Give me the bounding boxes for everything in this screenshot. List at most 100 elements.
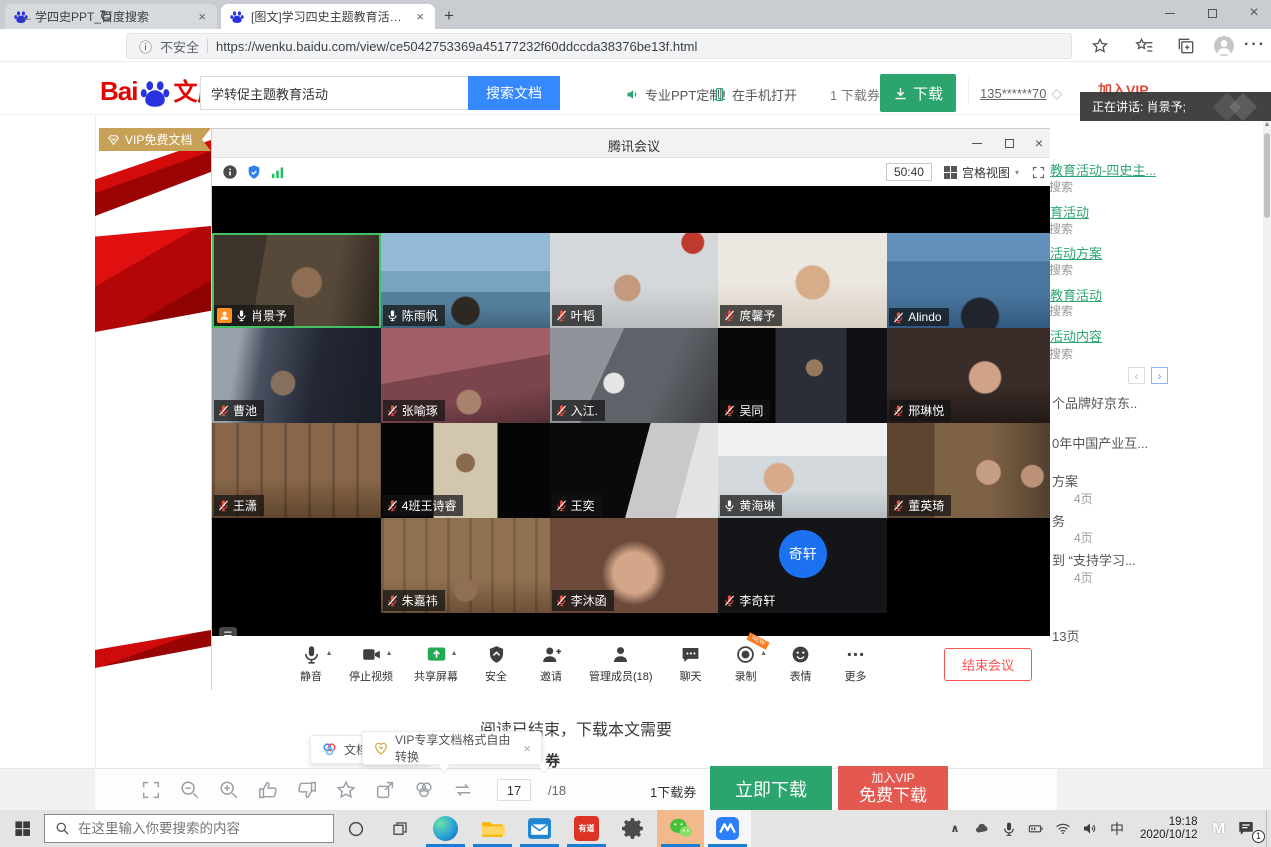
taskbar-app-explorer[interactable] (469, 810, 516, 847)
account-phone-link[interactable]: 135******70 ◇ (980, 85, 1062, 102)
scrollbar-thumb[interactable] (1264, 133, 1270, 218)
open-mobile-link[interactable]: 在手机打开 (712, 85, 797, 104)
wenku-search-input[interactable] (200, 76, 468, 110)
taskbar-app-settings[interactable] (610, 810, 657, 847)
chevron-up-icon[interactable]: ∧ (947, 821, 963, 837)
convert-icon[interactable] (413, 779, 435, 801)
meeting-minimize-button[interactable] (962, 129, 992, 157)
taskbar-clock[interactable]: 19:182020/10/12 (1136, 816, 1202, 842)
participant-tile-wangyi[interactable]: 王奕 (550, 423, 719, 518)
download-now-button[interactable]: 立即下载 (710, 766, 832, 811)
participant-tile-dongyingqi[interactable]: 董英琦 (887, 423, 1056, 518)
participant-tile-wangxiao[interactable]: 王潇 (212, 423, 381, 518)
profile-avatar[interactable] (1214, 36, 1234, 56)
swap-icon[interactable] (452, 779, 474, 801)
vip-convert-tooltip[interactable]: VIP专享文档格式自由转换 × (362, 731, 542, 765)
sidebar-link[interactable]: 活动方案 (1050, 243, 1102, 262)
microphone-tray-icon[interactable] (1001, 821, 1017, 837)
dislike-icon[interactable] (296, 779, 318, 801)
taskbar-search-input[interactable] (78, 821, 308, 836)
window-close-button[interactable]: × (1234, 0, 1271, 26)
sidebar-related-item[interactable]: 13页 (1052, 626, 1079, 645)
meeting-tool-cam[interactable]: ▲停止视频 (349, 644, 393, 684)
favorite-star-icon[interactable] (1090, 36, 1110, 56)
meeting-info-icon[interactable] (222, 164, 238, 180)
meeting-tool-share[interactable]: ▲共享屏幕 (414, 644, 458, 684)
sidebar-link[interactable]: 教育活动-四史主... (1050, 160, 1156, 179)
cortana-button[interactable] (334, 810, 378, 847)
participant-tile-zhangyuzhuo[interactable]: 张喻琢 (381, 328, 550, 423)
taskbar-app-edge[interactable] (422, 810, 469, 847)
back-button[interactable]: ← (12, 3, 40, 30)
header-download-button[interactable]: 下载 (880, 74, 956, 112)
join-vip-download-button[interactable]: 加入VIP 免费下载 (838, 766, 948, 811)
page-number-input[interactable]: 17 (497, 779, 531, 801)
participant-tile-alindo[interactable]: Alindo (887, 233, 1056, 328)
taskbar-app-wechat[interactable] (657, 810, 704, 847)
participant-tile-liqixuan[interactable]: 奇轩李奇轩 (718, 518, 887, 613)
tab-close-icon[interactable]: × (196, 9, 208, 24)
collections-icon[interactable] (1176, 36, 1196, 56)
window-restore-button[interactable] (1192, 0, 1232, 26)
view-mode-dropdown[interactable]: 宫格视图 ▾ (944, 164, 1019, 181)
participant-tile-rujiang[interactable]: 入江. (550, 328, 719, 423)
tab-close-icon[interactable]: × (414, 9, 426, 24)
forward-icon[interactable] (374, 779, 396, 801)
participant-tile-wutong[interactable]: 吴同 (718, 328, 887, 423)
layout-toggle-icon[interactable]: ☰ (219, 627, 237, 636)
favorites-bar-icon[interactable] (1134, 36, 1154, 56)
taskbar-app-tmeeting[interactable] (704, 810, 751, 847)
participant-tile-yetao[interactable]: 叶韬 (550, 233, 719, 328)
participant-tile-chenyufan[interactable]: 陈雨帆 (381, 233, 550, 328)
meeting-tool-emoji[interactable]: 表情 (784, 644, 818, 684)
onedrive-cloud-icon[interactable] (974, 821, 990, 837)
browser-menu-icon[interactable]: ··· (1244, 36, 1264, 56)
participant-tile-zhujiawei[interactable]: 朱嘉祎 (381, 518, 550, 613)
scrollbar-up-icon[interactable]: ▲ (1263, 121, 1271, 128)
sidebar-related-item[interactable]: 方案 (1052, 471, 1078, 490)
address-bar[interactable]: ⓘ 不安全 https://wenku.baidu.com/view/ce504… (126, 33, 1072, 59)
participant-tile-xiaojingyu[interactable]: 肖景予 (212, 233, 381, 328)
meeting-tool-member[interactable]: 管理成员(18) (589, 644, 653, 684)
network-signal-icon[interactable] (270, 165, 285, 179)
pagination-prev-button[interactable]: ‹ (1128, 367, 1145, 384)
ppt-custom-link[interactable]: 专业PPT定制! (625, 85, 726, 104)
zoomout-icon[interactable] (179, 779, 201, 801)
meeting-shield-icon[interactable] (246, 164, 262, 180)
meeting-tool-record[interactable]: NEW▲录制 (729, 644, 763, 684)
participant-tile-empty[interactable] (212, 518, 381, 613)
meeting-tool-invite[interactable]: 邀请 (534, 644, 568, 684)
participant-tile-huanghailin[interactable]: 黄海琳 (718, 423, 887, 518)
sidebar-link[interactable]: 育活动 (1050, 202, 1089, 221)
participant-tile-caochi[interactable]: 曹池 (212, 328, 381, 423)
zoomin-icon[interactable] (218, 779, 240, 801)
participant-tile-limuhan[interactable]: 李沐函 (550, 518, 719, 613)
task-view-button[interactable] (378, 810, 422, 847)
expand-icon[interactable] (140, 779, 162, 801)
star-icon[interactable] (335, 779, 357, 801)
meeting-tool-shield[interactable]: 安全 (479, 644, 513, 684)
vip-free-doc-badge[interactable]: VIP免费文档 (99, 128, 211, 151)
speaker-icon[interactable] (1082, 821, 1098, 837)
forward-button[interactable]: → (52, 3, 80, 30)
meeting-maximize-button[interactable] (994, 129, 1024, 157)
start-button[interactable] (0, 810, 44, 847)
ime-indicator[interactable]: 中 (1109, 821, 1125, 837)
participant-tile-tuoxinyu[interactable]: 庹馨予 (718, 233, 887, 328)
sidebar-link[interactable]: 活动内容 (1050, 326, 1102, 345)
wenku-search-button[interactable]: 搜索文档 (468, 76, 560, 110)
taskbar-app-youdao[interactable]: 有道 (563, 810, 610, 847)
taskbar-search-box[interactable] (44, 814, 334, 843)
like-icon[interactable] (257, 779, 279, 801)
browser-tab-2[interactable]: [图文]学习四史主题教育活动-四... × (221, 4, 435, 29)
battery-icon[interactable] (1028, 821, 1044, 837)
refresh-button[interactable]: ↻ (92, 3, 120, 30)
action-center-icon[interactable]: 1 (1236, 819, 1260, 839)
show-desktop-strip[interactable] (1266, 810, 1271, 847)
tooltip-close-icon[interactable]: × (523, 741, 531, 756)
window-minimize-button[interactable] (1150, 0, 1190, 26)
wifi-icon[interactable] (1055, 821, 1071, 837)
sidebar-related-item[interactable]: 0年中国产业互... (1052, 433, 1148, 452)
pagination-next-button[interactable]: › (1151, 367, 1168, 384)
taskbar-app-mail[interactable] (516, 810, 563, 847)
